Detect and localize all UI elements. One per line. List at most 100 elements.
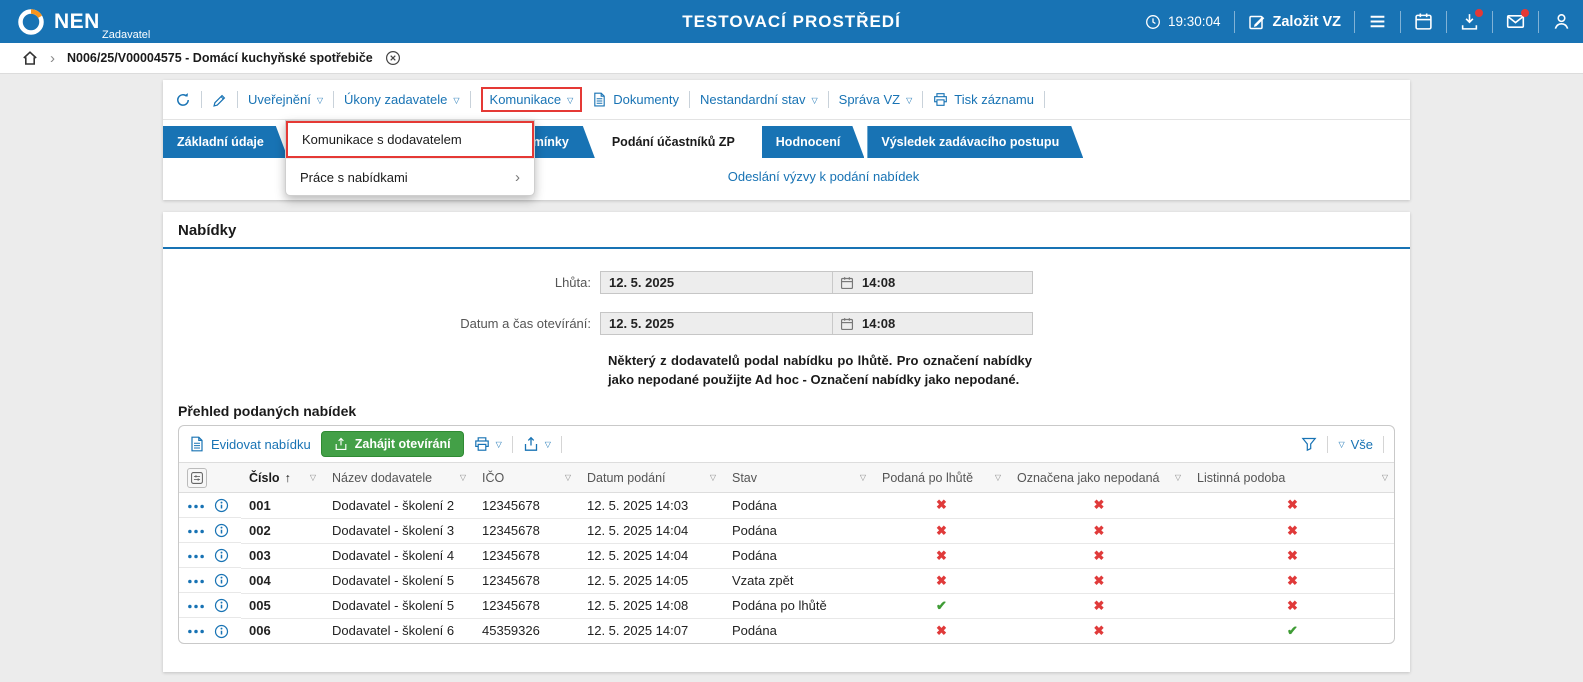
cell-nepodana: ✖ [1009, 518, 1189, 544]
cell-listinna: ✖ [1189, 593, 1394, 619]
calendar-icon [840, 317, 854, 331]
brand-name: NEN [54, 9, 100, 33]
cell-cislo: 005 [241, 593, 324, 619]
table-print-button[interactable]: ▽ [474, 436, 502, 452]
dropdown-item-prace-s-nabidkami[interactable]: Práce s nabídkami › [286, 158, 534, 195]
close-record-button[interactable] [385, 49, 401, 67]
menu-button[interactable] [1368, 12, 1387, 31]
edit-record-button[interactable] [212, 91, 227, 107]
filter-caret-icon[interactable]: ▽ [860, 473, 866, 482]
refresh-button[interactable] [175, 91, 191, 108]
table-row[interactable]: 001 Dodavatel - školení 2 12345678 12. 5… [179, 492, 1394, 519]
column-header-datum[interactable]: Datum podání ▽ [579, 462, 724, 493]
filter-caret-icon[interactable]: ▽ [1175, 473, 1181, 482]
menu-dokumenty[interactable]: Dokumenty [592, 92, 679, 107]
oteviran-datetime-field[interactable]: 12. 5. 2025 14:08 [600, 312, 1033, 335]
tab-zakladni-udaje[interactable]: Základní údaje [163, 126, 288, 158]
table-row[interactable]: 006 Dodavatel - školení 6 45359326 12. 5… [179, 618, 1394, 643]
cell-dodavatel: Dodavatel - školení 6 [332, 623, 455, 639]
column-header-nepodana[interactable]: Označena jako nepodaná ▽ [1009, 462, 1189, 493]
zahajit-otevirani-button[interactable]: Zahájit otevírání [320, 431, 464, 457]
filter-caret-icon[interactable]: ▽ [460, 473, 466, 482]
cell-dodavatel: Dodavatel - školení 5 [324, 568, 474, 594]
dropdown-item-komunikace-s-dodavatelem[interactable]: Komunikace s dodavatelem [286, 121, 534, 158]
filter-caret-icon[interactable]: ▽ [310, 473, 316, 482]
table-export-button[interactable]: ▽ [523, 436, 551, 452]
info-icon[interactable] [214, 522, 229, 538]
brand-role: Zadavatel [102, 28, 151, 41]
downloads-button[interactable] [1460, 9, 1483, 31]
column-header-cislo[interactable]: Číslo ↑ ▽ [241, 462, 324, 493]
sort-asc-icon: ↑ [284, 470, 291, 485]
cell-ico: 12345678 [474, 518, 579, 544]
column-header-stav[interactable]: Stav ▽ [724, 462, 874, 493]
row-menu-icon[interactable] [187, 498, 205, 513]
top-bar: NEN Zadavatel TESTOVACÍ PROSTŘEDÍ 19:30:… [0, 0, 1583, 43]
divider [560, 435, 562, 453]
filter-caret-icon[interactable]: ▽ [995, 473, 1001, 482]
column-header-ico[interactable]: IČO ▽ [474, 462, 579, 493]
row-menu-icon[interactable] [187, 623, 205, 638]
column-header-po-lhute[interactable]: Podaná po lhůtě ▽ [874, 462, 1009, 493]
table-row[interactable]: 004 Dodavatel - školení 5 12345678 12. 5… [179, 568, 1394, 594]
cell-po-lhute: ✖ [874, 518, 1009, 544]
odeslani-vyzvy-link[interactable]: Odeslání výzvy k podání nabídek [728, 169, 920, 184]
lhuta-datetime-field[interactable]: 12. 5. 2025 14:08 [600, 271, 1033, 294]
row-menu-icon[interactable] [187, 598, 205, 613]
row-menu-icon[interactable] [187, 573, 205, 588]
menu-nestandardni-stav[interactable]: Nestandardní stav ▽ [700, 92, 818, 107]
menu-sprava-vz[interactable]: Správa VZ ▽ [839, 92, 913, 107]
filter-caret-icon[interactable]: ▽ [565, 473, 571, 482]
print-record-button[interactable]: Tisk záznamu [933, 92, 1034, 107]
tab-vysledek[interactable]: Výsledek zadávacího postupu [867, 126, 1083, 158]
info-icon[interactable] [214, 547, 229, 563]
menu-komunikace[interactable]: Komunikace ▽ [490, 92, 574, 107]
nabidky-panel: Nabídky Lhůta: 12. 5. 2025 14:08 Datum a… [163, 212, 1410, 672]
nen-logo-icon [16, 7, 46, 37]
column-header-listinna[interactable]: Listinná podoba ▽ [1189, 462, 1394, 493]
evidovat-nabidku-button[interactable]: Evidovat nabídku [189, 436, 311, 452]
filter-caret-icon[interactable]: ▽ [710, 473, 716, 482]
calendar-icon [840, 276, 854, 290]
cell-stav: Vzata zpět [724, 568, 874, 594]
view-all-button[interactable]: ▽ Vše [1338, 437, 1373, 452]
messages-button[interactable] [1506, 9, 1529, 31]
info-icon[interactable] [214, 597, 229, 613]
tab-hodnoceni[interactable]: Hodnocení [762, 126, 865, 158]
table-settings-icon[interactable] [187, 467, 207, 488]
table-row[interactable]: 003 Dodavatel - školení 4 12345678 12. 5… [179, 543, 1394, 569]
user-profile-button[interactable] [1552, 12, 1571, 31]
mail-icon [1506, 12, 1525, 31]
cell-ico: 12345678 [474, 492, 579, 519]
calendar-button[interactable] [1414, 12, 1433, 31]
row-menu-icon[interactable] [187, 523, 205, 538]
app-logo[interactable]: NEN Zadavatel [0, 7, 220, 41]
column-settings-header[interactable] [179, 462, 241, 493]
info-icon[interactable] [214, 622, 229, 638]
divider [1400, 10, 1401, 33]
menu-ukony-zadavatele[interactable]: Úkony zadavatele ▽ [344, 92, 460, 107]
divider [1446, 10, 1447, 33]
cell-nepodana: ✖ [1009, 492, 1189, 519]
cell-nepodana: ✖ [1009, 593, 1189, 619]
info-icon[interactable] [214, 572, 229, 588]
export-icon [523, 436, 539, 452]
breadcrumb-record[interactable]: N006/25/V00004575 - Domácí kuchyňské spo… [67, 51, 373, 65]
cell-datum: 12. 5. 2025 14:08 [579, 593, 724, 619]
cell-dodavatel: Dodavatel - školení 3 [324, 518, 474, 544]
row-menu-icon[interactable] [187, 548, 205, 563]
table-toolbar: Evidovat nabídku Zahájit otevírání ▽ ▽ ▽… [179, 426, 1394, 462]
home-button[interactable] [22, 49, 38, 67]
table-row[interactable]: 005 Dodavatel - školení 5 12345678 12. 5… [179, 593, 1394, 619]
column-header-dodavatel[interactable]: Název dodavatele ▽ [324, 462, 474, 493]
table-filter-button[interactable] [1301, 436, 1317, 452]
create-vz-label: Založit VZ [1272, 13, 1341, 30]
cell-ico: 12345678 [474, 568, 579, 594]
tab-podani-ucastniku[interactable]: Podání účastníků ZP [598, 126, 759, 158]
table-row[interactable]: 002 Dodavatel - školení 3 12345678 12. 5… [179, 518, 1394, 544]
menu-uverejneni[interactable]: Uveřejnění ▽ [248, 92, 323, 107]
filter-caret-icon[interactable]: ▽ [1382, 473, 1388, 482]
create-vz-button[interactable]: Založit VZ [1248, 13, 1341, 31]
cell-po-lhute: ✔ [874, 593, 1009, 619]
info-icon[interactable] [214, 497, 229, 513]
